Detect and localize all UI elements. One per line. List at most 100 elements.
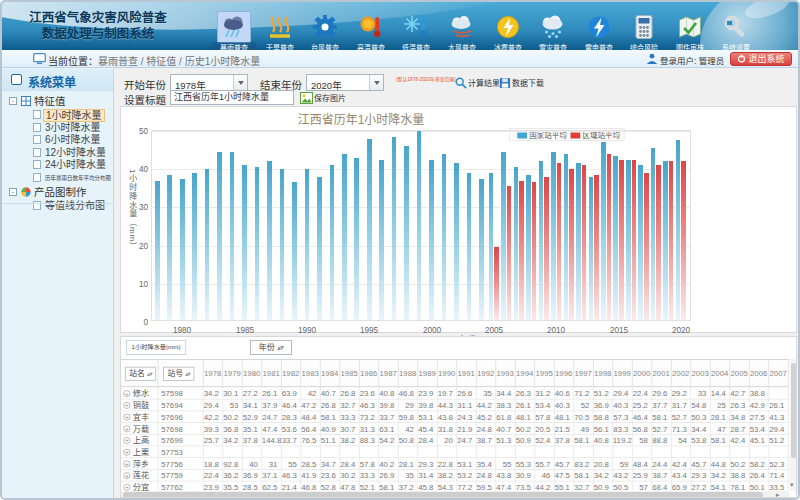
row-expand-icon[interactable]: + [123,449,130,456]
value-cell: 37.2 [398,481,418,491]
tree-item[interactable]: 1小时降水量 [2,109,113,122]
vertical-scrollbar[interactable]: ▾ [790,359,797,491]
row-expand-icon[interactable]: + [123,414,130,421]
data-download-button[interactable]: 数据下载 [499,75,552,90]
tree-item[interactable]: 历年暴雨日数年平均分布图 [2,172,113,185]
v-scroll-arrow-icon[interactable]: ▾ [790,481,794,489]
toolbar-item-gale[interactable]: 大风普查 [440,7,484,49]
value-cell: 20.8 [593,458,613,470]
tree-group-0[interactable]: - 特征值 [2,95,113,108]
value-cell: 70.5 [574,411,594,423]
save-image-button[interactable]: 保存图片 [300,90,354,105]
toolbar-item-hail[interactable]: 冰雹普查 [486,7,530,49]
tree-group-label[interactable]: 产品图制作 [34,186,87,198]
x-tick-label: 1995 [357,326,382,335]
value-cell: 57.8 [535,411,555,423]
toolbar-item-drought[interactable]: 干旱普查 [258,7,302,49]
value-cell: 26.1 [262,388,282,400]
tree-expander-icon[interactable]: - [9,188,17,196]
id-sort-button[interactable]: 站号 ▴▾ [163,367,194,381]
grid-header-year: 1984 [320,360,340,388]
row-expand-icon[interactable]: + [123,460,130,467]
value-cell: 83.3 [613,423,633,435]
value-cell: 34.4 [496,388,516,400]
tree-item[interactable]: 3小时降水量 [2,122,113,135]
value-cell: 73.2 [359,411,379,423]
value-cell: 40.6 [554,388,574,400]
bar-regional-2018 [656,165,661,320]
tree-item[interactable]: 6小时降水量 [2,134,113,147]
value-cell [398,446,418,458]
bar-national-1978 [155,181,160,320]
value-cell: 23.9 [203,481,223,491]
value-cell: 77.2 [457,481,477,491]
tree-item[interactable]: 24小时降水量 [2,159,113,172]
value-cell: 40.7 [496,423,516,435]
value-cell: 40.3 [554,400,574,412]
row-expand-icon[interactable]: + [123,472,130,479]
h-scroll-arrow-icon[interactable]: ▸ [776,491,780,498]
value-cell: 88.3 [359,435,379,447]
row-expand-icon[interactable]: + [123,437,130,444]
toolbar-item-snow[interactable]: 雪灾普查 [531,7,575,49]
value-cell: 19.7 [437,388,457,400]
value-cell [671,446,691,458]
toolbar-item-comprehensive-risk[interactable]: 综合风险 [622,7,666,49]
value-cell: 50.1 [749,481,769,491]
toolbar-item-system-settings[interactable]: 系统设置 [714,7,758,49]
value-cell: 50.5 [613,481,633,491]
tree-item[interactable]: 12小时降水量 [2,147,113,160]
value-cell: 47.8 [340,481,360,491]
toolbar-item-high-temp[interactable]: 高温普查 [349,7,393,49]
toolbar-item-low-temp[interactable]: 低温普查 [394,7,438,49]
row-expand-icon[interactable]: + [123,484,130,491]
value-cell: 55 [496,458,516,470]
menu-icon [11,74,22,85]
bar-national-1991 [317,177,322,320]
bar-national-2016 [626,160,631,320]
toolbar-item-label: 综合风险 [622,42,667,50]
start-year-select[interactable]: 1978年 [170,74,248,91]
value-cell: 53.6 [281,423,301,435]
bar-regional-2009 [544,177,549,320]
toolbar-item-lightning[interactable]: 雷电普查 [577,7,621,49]
v-scroll-thumb[interactable] [791,363,796,458]
row-expand-icon[interactable]: + [123,390,130,397]
tree-expander-icon[interactable]: - [9,97,17,105]
toolbar-item-label: 雷电普查 [576,42,621,50]
value-cell: 59.8 [398,411,418,423]
horizontal-scrollbar[interactable]: ▸ [121,491,789,498]
tree-group-1[interactable]: - 产品图制作 [2,186,113,199]
value-cell: 27.5 [749,411,769,423]
value-cell: 42.4 [671,458,691,470]
station-sort-button[interactable]: 站名 ▴▾ [125,367,156,381]
value-cell: 46.4 [281,400,301,412]
h-scroll-thumb[interactable] [123,492,763,498]
main-content: 开始年份 1978年 结束年份 2020年 (默认1978-2020年普查范围)… [115,69,800,500]
tree-item[interactable]: 等值线分布图 [2,200,113,213]
row-expand-icon[interactable]: + [123,425,130,432]
value-cell: 47.4 [262,423,282,435]
value-cell: 23.9 [418,388,438,400]
toolbar-item-rainstorm[interactable]: 暴雨普查 [212,7,256,49]
tree-group-label[interactable]: 特征值 [34,95,66,107]
end-year-select[interactable]: 2020年 [306,74,384,91]
toolbar-item-typhoon[interactable]: 台风普查 [303,7,347,49]
value-cell: 21.5 [554,423,574,435]
value-cell: 36.2 [223,470,243,482]
value-cell: 53.2 [457,470,477,482]
unit-button[interactable]: 1小时降水量(mm) [126,340,186,355]
value-cell: 34.2 [593,470,613,482]
value-cell: 39.3 [203,423,223,435]
year-sort-button[interactable]: 年份 ▴▾ [250,340,292,355]
exit-system-button[interactable]: 退出系统 [730,52,792,66]
value-cell: 52.7 [652,423,672,435]
row-expand-icon[interactable]: + [123,402,130,409]
location-label: 当前位置： [48,53,98,68]
chart-title-input[interactable]: 江西省历年1小时降水量 [170,90,294,105]
value-cell: 38.3 [496,400,516,412]
toolbar-item-label: 冰雹普查 [485,42,530,50]
grid-header: 1978197919801981198219831984198519861987… [121,359,789,387]
value-cell: 33.7 [281,435,301,447]
toolbar-item-map-review[interactable]: 图件审核 [668,7,712,49]
